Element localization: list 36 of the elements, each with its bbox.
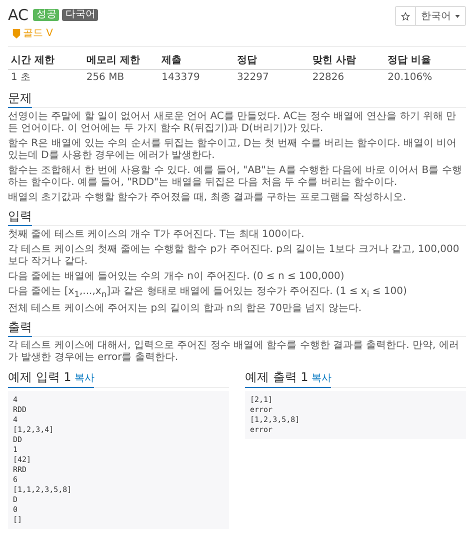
- status-badge: 다국어: [62, 9, 98, 21]
- table-header: 제출: [162, 55, 183, 67]
- status-badge: 성공: [33, 9, 60, 21]
- paragraph: 다음 줄에는 배열에 들어있는 수의 개수 n이 주어진다. (0 ≤ n ≤ 100,000): [8, 271, 346, 283]
- sample-heading: 예제 출력 1: [245, 370, 308, 385]
- section-heading: 입력: [8, 209, 32, 226]
- caret-icon: [455, 14, 460, 18]
- table-cell-text: 32297: [237, 72, 270, 84]
- copy-link[interactable]: 복사: [74, 371, 94, 386]
- star-icon: [401, 12, 410, 20]
- paragraph: 첫째 줄에 테스트 케이스의 개수 T가 주어진다. T는 최대 100이다.: [8, 229, 306, 241]
- sample-heading: 예제 입력 1: [8, 370, 72, 385]
- table-cell-text: 1 초: [11, 72, 32, 84]
- section-heading: 문제: [8, 91, 32, 108]
- paragraph: 전체 테스트 케이스에 주어지는 p의 길이의 합과 n의 합은 70만을 넘지 않는다.: [8, 303, 363, 315]
- table-header: 맞힌 사람: [312, 55, 357, 67]
- paragraph: 함수 R은 배열에 있는 수의 순서를 뒤집는 함수이고, D는 첫 번째 수를 버리는 함수이다. 배열이 비어있는데 D를 사용한 경우에는 에러가 발생한다.: [8, 138, 458, 162]
- tier-shield-icon: [12, 28, 21, 38]
- table-header: 시간 제한: [11, 55, 56, 67]
- table-cell-text: 256 MB: [86, 72, 126, 84]
- table-cell-text: 22826: [312, 72, 346, 84]
- section-heading: 출력: [8, 320, 32, 337]
- copy-link[interactable]: 복사: [311, 371, 332, 386]
- table-cell-text: 143379: [162, 72, 201, 84]
- table-cell-text: 20.106%: [388, 72, 434, 84]
- paragraph: 각 테스트 케이스의 첫째 줄에는 수행할 함수 p가 주어진다. p의 길이는 1보다 크거나 같고, 100,000보다 작거나 같다.: [8, 244, 460, 268]
- star-button[interactable]: [396, 7, 416, 25]
- paragraph: 함수는 조합해서 한 번에 사용할 수 있다. 예를 들어, "AB"는 A를 수행한 다음에 바로 이어서 B를 수행하는 함수이다. 예를 들어, "RDD"는 배열을 뒤집은 다음 처음 두 수를 버리는 함수이다.: [8, 165, 463, 189]
- table-header: 메모리 제한: [86, 55, 141, 67]
- table-header: 정답 비율: [388, 55, 432, 67]
- paragraph: 배열의 초기값과 수행할 함수가 주어졌을 때, 최종 결과를 구하는 프로그램을 작성하시오.: [8, 192, 408, 204]
- paragraph: 다음 줄에는 [x$_{1}$,...,x$_{n}$]과 같은 형태로 배열에 들어있는 정수가 주어진다. (1 ≤ x$_{i}$ ≤ 100): [8, 286, 408, 300]
- problem-title: AC: [8, 6, 28, 24]
- paragraph: 각 테스트 케이스에 대해서, 입력으로 주어진 정수 배열에 함수를 수행한 결과를 출력한다. 만약, 에러가 발생한 경우에는 error를 출력한다.: [8, 340, 460, 364]
- table-header: 정답: [237, 55, 258, 67]
- paragraph: 선영이는 주말에 할 일이 없어서 새로운 언어 AC를 만들었다. AC는 정수 배열에 연산을 하기 위해 만든 언어이다. 이 언어에는 두 가지 함수 R(뒤집기)과 D(버리기)가 있다.: [8, 111, 458, 135]
